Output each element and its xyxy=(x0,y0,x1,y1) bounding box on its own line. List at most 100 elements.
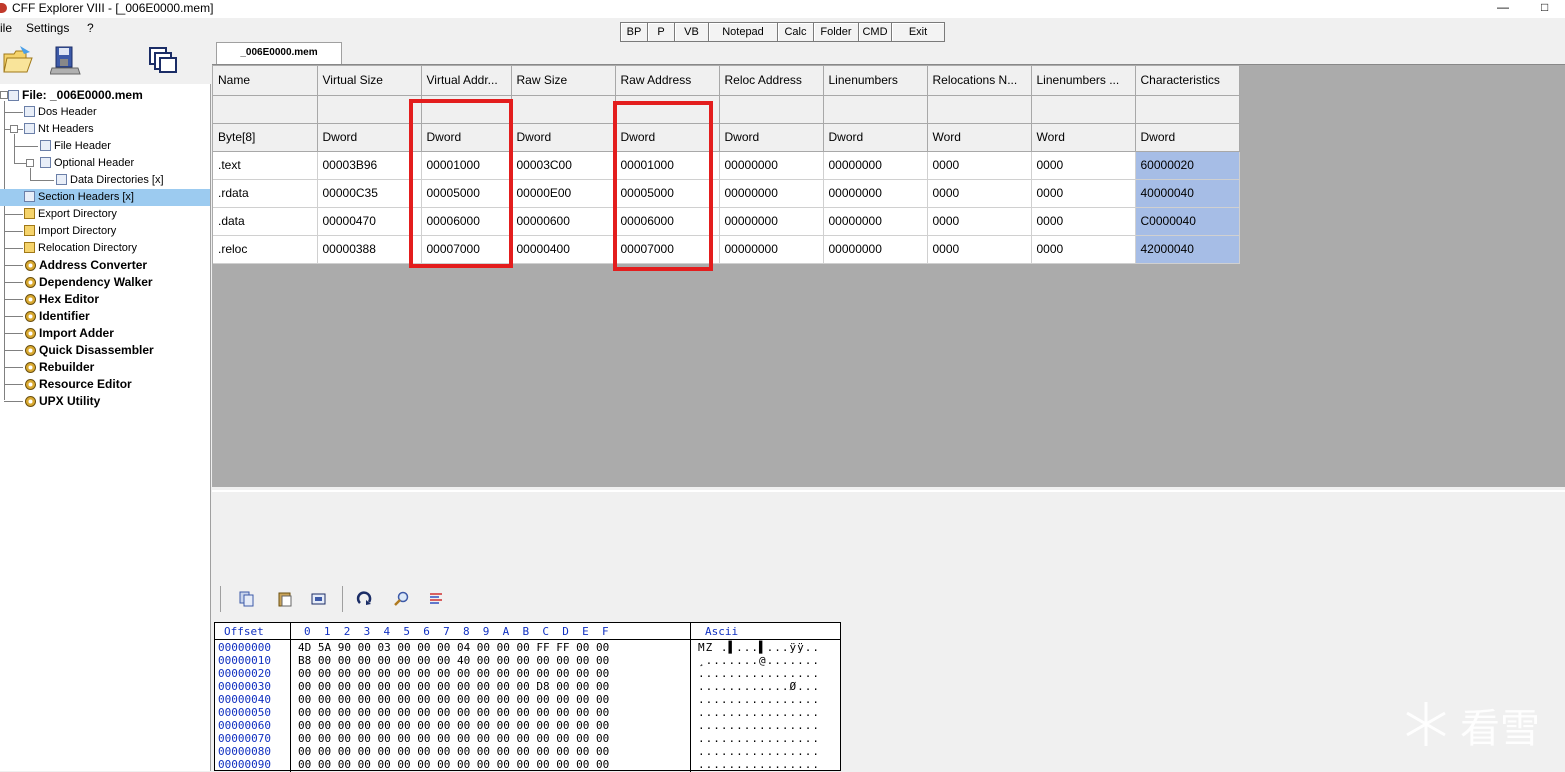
table-cell[interactable]: 0000 xyxy=(1031,235,1136,264)
table-cell[interactable]: C0000040 xyxy=(1135,207,1240,236)
tree-item-export-directory[interactable]: Export Directory xyxy=(24,206,117,223)
table-cell[interactable]: 0000 xyxy=(927,235,1032,264)
save-icon[interactable] xyxy=(50,44,82,76)
table-cell[interactable]: .rdata xyxy=(213,179,318,208)
table-cell[interactable]: 00000E00 xyxy=(511,179,616,208)
table-cell[interactable]: 0000 xyxy=(1031,179,1136,208)
folder-button[interactable]: Folder xyxy=(813,22,858,42)
table-cell[interactable]: 00000000 xyxy=(823,151,928,180)
table-cell[interactable]: 00000C35 xyxy=(317,179,422,208)
tree-item-file-header[interactable]: File Header xyxy=(40,138,111,155)
hex-ascii-row[interactable]: ................ xyxy=(698,667,820,680)
hex-ascii-row[interactable]: ................ xyxy=(698,745,820,758)
open-file-icon[interactable] xyxy=(2,44,34,76)
column-header[interactable]: Raw Address xyxy=(615,66,720,96)
hex-bytes-row[interactable]: 00 00 00 00 00 00 00 00 00 00 00 00 00 0… xyxy=(298,667,609,680)
table-cell[interactable]: .reloc xyxy=(213,235,318,264)
collapse-nt-headers-icon[interactable] xyxy=(10,125,18,133)
hex-ascii-row[interactable]: ................ xyxy=(698,706,820,719)
tool-quick-disassembler[interactable]: Quick Disassembler xyxy=(24,342,154,359)
restore-icon[interactable]: □ xyxy=(1541,0,1548,14)
tool-hex-editor[interactable]: Hex Editor xyxy=(24,291,99,308)
tool-dependency-walker[interactable]: Dependency Walker xyxy=(24,274,153,291)
hex-ascii-row[interactable]: ................ xyxy=(698,693,820,706)
menu-help[interactable]: ? xyxy=(87,21,94,35)
table-cell[interactable]: 0000 xyxy=(927,207,1032,236)
table-cell[interactable]: .data xyxy=(213,207,318,236)
hex-bytes-row[interactable]: 00 00 00 00 00 00 00 00 00 00 00 00 00 0… xyxy=(298,732,609,745)
hex-ascii-row[interactable]: ................ xyxy=(698,719,820,732)
table-cell[interactable]: 00000388 xyxy=(317,235,422,264)
column-header[interactable]: Virtual Size xyxy=(317,66,422,96)
cmd-button[interactable]: CMD xyxy=(858,22,891,42)
calc-button[interactable]: Calc xyxy=(777,22,813,42)
tool-identifier[interactable]: Identifier xyxy=(24,308,90,325)
table-cell[interactable]: 00000600 xyxy=(511,207,616,236)
tool-upx-utility[interactable]: UPX Utility xyxy=(24,393,100,410)
table-row[interactable]: .rdata 00000C35 00005000 00000E00 000050… xyxy=(213,179,1240,208)
table-row[interactable]: .data 00000470 00006000 00000600 0000600… xyxy=(213,207,1240,236)
collapse-root-icon[interactable] xyxy=(0,91,8,99)
notepad-button[interactable]: Notepad xyxy=(708,22,777,42)
hex-bytes-row[interactable]: 00 00 00 00 00 00 00 00 00 00 00 00 00 0… xyxy=(298,745,609,758)
hex-ascii-row[interactable]: MZ .▌...▌...ÿÿ.. xyxy=(698,641,820,654)
menu-settings[interactable]: Settings xyxy=(26,21,69,35)
vb-button[interactable]: VB xyxy=(674,22,708,42)
table-row[interactable]: .reloc 00000388 00007000 00000400 000070… xyxy=(213,235,1240,264)
copy-icon[interactable] xyxy=(238,590,256,608)
bp-button[interactable]: BP xyxy=(620,22,647,42)
hex-view[interactable]: Offset 0 1 2 3 4 5 6 7 8 9 A B C D E F A… xyxy=(214,622,841,772)
hex-bytes-row[interactable]: 4D 5A 90 00 03 00 00 00 04 00 00 00 FF F… xyxy=(298,641,609,654)
search-icon[interactable] xyxy=(392,590,410,608)
table-cell[interactable]: 40000040 xyxy=(1135,179,1240,208)
tree-root-file[interactable]: File: _006E0000.mem xyxy=(8,87,143,104)
table-cell[interactable]: 42000040 xyxy=(1135,235,1240,264)
table-cell[interactable]: 00000000 xyxy=(719,207,824,236)
hex-bytes-row[interactable]: 00 00 00 00 00 00 00 00 00 00 00 00 00 0… xyxy=(298,693,609,706)
column-header[interactable]: Linenumbers xyxy=(823,66,928,96)
tree-item-dos-header[interactable]: Dos Header xyxy=(24,104,97,121)
tool-address-converter[interactable]: Address Converter xyxy=(24,257,147,274)
table-cell[interactable]: .text xyxy=(213,151,318,180)
table-cell[interactable]: 0000 xyxy=(927,179,1032,208)
minimize-icon[interactable]: — xyxy=(1497,0,1509,14)
table-cell[interactable]: 00000000 xyxy=(823,207,928,236)
windows-icon[interactable] xyxy=(147,44,179,76)
tree-item-relocation-directory[interactable]: Relocation Directory xyxy=(24,240,137,257)
table-cell[interactable]: 00000000 xyxy=(823,235,928,264)
tree-item-nt-headers[interactable]: Nt Headers xyxy=(24,121,94,138)
hex-bytes-row[interactable]: 00 00 00 00 00 00 00 00 00 00 00 00 00 0… xyxy=(298,706,609,719)
column-header[interactable]: Name xyxy=(213,66,318,96)
paste-icon[interactable] xyxy=(276,590,294,608)
exit-button[interactable]: Exit xyxy=(891,22,945,42)
tool-rebuilder[interactable]: Rebuilder xyxy=(24,359,94,376)
column-header[interactable]: Relocations N... xyxy=(927,66,1032,96)
tree-item-import-directory[interactable]: Import Directory xyxy=(24,223,116,240)
tree-item-optional-header[interactable]: Optional Header xyxy=(40,155,134,172)
table-cell[interactable]: 00000000 xyxy=(823,179,928,208)
collapse-optional-header-icon[interactable] xyxy=(26,159,34,167)
table-cell[interactable]: 00000000 xyxy=(719,179,824,208)
tool-resource-editor[interactable]: Resource Editor xyxy=(24,376,132,393)
column-header[interactable]: Characteristics xyxy=(1135,66,1240,96)
hex-bytes-row[interactable]: 00 00 00 00 00 00 00 00 00 00 00 00 00 0… xyxy=(298,758,609,771)
hex-ascii-row[interactable]: ............Ø... xyxy=(698,680,820,693)
table-cell[interactable]: 0000 xyxy=(1031,151,1136,180)
hex-ascii-row[interactable]: ................ xyxy=(698,732,820,745)
hex-bytes-row[interactable]: 00 00 00 00 00 00 00 00 00 00 00 00 00 0… xyxy=(298,719,609,732)
table-cell[interactable]: 00000000 xyxy=(719,151,824,180)
tab-file[interactable]: _006E0000.mem xyxy=(216,42,342,65)
column-header[interactable]: Virtual Addr... xyxy=(421,66,512,96)
hex-bytes-row[interactable]: B8 00 00 00 00 00 00 00 40 00 00 00 00 0… xyxy=(298,654,609,667)
table-cell[interactable]: 0000 xyxy=(927,151,1032,180)
menu-file[interactable]: ile xyxy=(0,21,12,35)
tree-item-data-directories[interactable]: Data Directories [x] xyxy=(56,172,164,189)
column-header[interactable]: Reloc Address xyxy=(719,66,824,96)
hex-ascii-row[interactable]: ................ xyxy=(698,758,820,771)
table-cell[interactable]: 00000000 xyxy=(719,235,824,264)
table-cell[interactable]: 00000400 xyxy=(511,235,616,264)
hex-bytes-row[interactable]: 00 00 00 00 00 00 00 00 00 00 00 00 D8 0… xyxy=(298,680,609,693)
table-cell[interactable]: 00000470 xyxy=(317,207,422,236)
column-header[interactable]: Raw Size xyxy=(511,66,616,96)
select-icon[interactable] xyxy=(310,590,328,608)
